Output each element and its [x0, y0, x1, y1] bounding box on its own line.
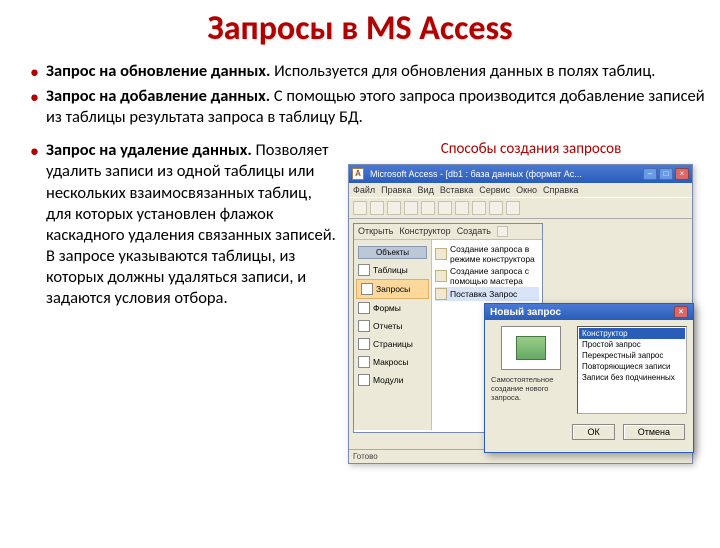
access-main-window: A Microsoft Access - [db1 : база данных … [348, 164, 693, 464]
module-icon [358, 374, 370, 386]
minimize-button[interactable]: – [643, 168, 657, 180]
query-icon [435, 288, 447, 300]
menu-view[interactable]: Вид [418, 185, 434, 195]
list-item-duplicates[interactable]: Повторяющиеся записи [579, 361, 685, 372]
toolbar-icon[interactable] [489, 201, 503, 215]
list-item-crosstab[interactable]: Перекрестный запрос [579, 350, 685, 361]
list-item-simple[interactable]: Простой запрос [579, 339, 685, 350]
dialog-preview-image [501, 326, 561, 370]
query-icon [361, 283, 373, 295]
nav-reports[interactable]: Отчеты [354, 317, 431, 335]
nav-forms[interactable]: Формы [354, 299, 431, 317]
menu-file[interactable]: Файл [353, 185, 375, 195]
bullet-append-bold: Запрос на добавление данных. [46, 86, 270, 106]
nav-modules-label: Модули [373, 375, 403, 385]
page-icon [358, 338, 370, 350]
nav-queries-label: Запросы [376, 284, 410, 294]
access-app-icon: A [352, 168, 364, 180]
left-column: Запрос на удаление данных. Позволяет уда… [30, 140, 340, 464]
menu-edit[interactable]: Правка [381, 185, 411, 195]
db-open-button[interactable]: Открыть [358, 226, 393, 237]
nav-modules[interactable]: Модули [354, 371, 431, 389]
list-item-constructor[interactable]: Конструктор [579, 328, 685, 339]
toolbar-icon[interactable] [472, 201, 486, 215]
dialog-description: Самостоятельное создание нового запроса. [491, 376, 571, 402]
supply-query[interactable]: Поставка Запрос [435, 287, 539, 301]
opt-label: Поставка Запрос [450, 289, 517, 299]
right-column: Способы создания запросов A Microsoft Ac… [348, 140, 714, 464]
bullet-update-rest: Используется для обновления данных в пол… [270, 61, 655, 81]
main-titlebar: A Microsoft Access - [db1 : база данных … [349, 165, 692, 183]
maximize-button[interactable]: □ [659, 168, 673, 180]
main-toolbar [349, 197, 692, 219]
bullet-append: Запрос на добавление данных. С помощью э… [30, 86, 706, 128]
close-button[interactable]: × [675, 168, 689, 180]
db-new-button[interactable]: Создать [457, 226, 491, 237]
table-icon [358, 264, 370, 276]
toolbar-icon[interactable] [387, 201, 401, 215]
wizard-icon [435, 270, 447, 282]
report-icon [358, 320, 370, 332]
bullet-update-bold: Запрос на обновление данных. [46, 61, 270, 81]
objects-header: Объекты [358, 246, 427, 259]
ok-button[interactable]: ОК [572, 424, 614, 440]
form-icon [358, 302, 370, 314]
nav-pages[interactable]: Страницы [354, 335, 431, 353]
bullet-delete: Запрос на удаление данных. Позволяет уда… [30, 140, 340, 309]
db-toolbar: Открыть Конструктор Создать [354, 224, 542, 240]
toolbar-icon[interactable] [353, 201, 367, 215]
page-title: Запросы в MS Access [0, 8, 720, 49]
top-bullet-list: Запрос на обновление данных. Используетс… [0, 61, 720, 128]
toolbar-icon[interactable] [404, 201, 418, 215]
toolbar-icon[interactable] [506, 201, 520, 215]
db-design-button[interactable]: Конструктор [399, 226, 450, 237]
toolbar-icon[interactable] [370, 201, 384, 215]
dialog-title: Новый запрос [490, 307, 561, 318]
menu-bar: Файл Правка Вид Вставка Сервис Окно Спра… [349, 183, 692, 197]
nav-macros-label: Макросы [373, 357, 408, 367]
create-query-design[interactable]: Создание запроса в режиме конструктора [435, 243, 539, 265]
menu-tools[interactable]: Сервис [479, 185, 510, 195]
main-window-title: Microsoft Access - [db1 : база данных (ф… [370, 165, 582, 183]
nav-tables-label: Таблицы [373, 265, 408, 275]
create-query-wizard[interactable]: Создание запроса с помощью мастера [435, 265, 539, 287]
toolbar-icon[interactable] [421, 201, 435, 215]
menu-help[interactable]: Справка [543, 185, 578, 195]
toolbar-icon[interactable] [455, 201, 469, 215]
list-item-unmatched[interactable]: Записи без подчиненных [579, 372, 685, 383]
bullet-delete-rest: Позволяет удалить записи из одной таблиц… [46, 140, 336, 308]
bullet-update: Запрос на обновление данных. Используетс… [30, 61, 706, 82]
nav-reports-label: Отчеты [373, 321, 402, 331]
dialog-close-button[interactable]: × [674, 306, 688, 318]
cancel-button[interactable]: Отмена [623, 424, 685, 440]
nav-macros[interactable]: Макросы [354, 353, 431, 371]
macro-icon [358, 356, 370, 368]
dialog-type-list[interactable]: Конструктор Простой запрос Перекрестный … [577, 326, 687, 414]
new-query-dialog: Новый запрос × Самостоятельное создание … [484, 303, 694, 453]
nav-forms-label: Формы [373, 303, 401, 313]
wizard-icon [435, 248, 447, 260]
menu-insert[interactable]: Вставка [440, 185, 473, 195]
dialog-titlebar: Новый запрос × [485, 304, 693, 320]
nav-tables[interactable]: Таблицы [354, 261, 431, 279]
bullet-delete-bold: Запрос на удаление данных. [46, 140, 252, 160]
db-toolbar-icon[interactable] [497, 226, 508, 237]
nav-pages-label: Страницы [373, 339, 413, 349]
toolbar-icon[interactable] [438, 201, 452, 215]
opt-label: Создание запроса в режиме конструктора [450, 244, 539, 264]
nav-queries[interactable]: Запросы [356, 279, 429, 299]
methods-subtitle: Способы создания запросов [348, 140, 714, 158]
opt-label: Создание запроса с помощью мастера [450, 266, 539, 286]
objects-nav: Объекты Таблицы Запросы Формы Отчеты Стр… [354, 240, 432, 430]
menu-window[interactable]: Окно [516, 185, 537, 195]
